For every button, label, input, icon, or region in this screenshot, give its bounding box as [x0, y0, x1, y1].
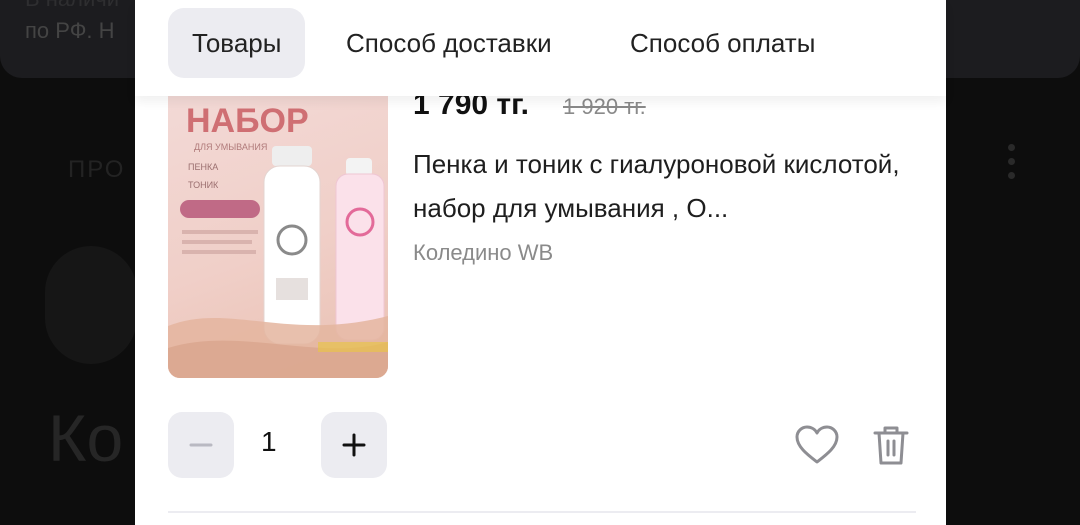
warehouse-label: Коледино WB [413, 240, 554, 265]
quantity-value: 1 [261, 426, 277, 457]
decrease-quantity-button[interactable] [168, 412, 234, 478]
background-logo [45, 246, 137, 364]
heart-icon [795, 425, 839, 464]
plus-icon [342, 433, 366, 457]
background-banner-line1: В наличи [25, 0, 119, 12]
tab-delivery-method[interactable]: Способ доставки [346, 8, 552, 78]
background-heading: Ко [48, 401, 124, 475]
delete-button[interactable] [866, 420, 916, 470]
product-image-headline: НАБОР [186, 102, 309, 140]
cart-sheet: Товары Способ доставки Способ оплаты НАБ… [135, 0, 946, 525]
product-image[interactable]: НАБОР ДЛЯ УМЫВАНИЯ ПЕНКА ТОНИК [168, 80, 388, 378]
product-image-art: НАБОР ДЛЯ УМЫВАНИЯ ПЕНКА ТОНИК [168, 102, 388, 378]
product-title[interactable]: Пенка и тоник с гиалуроновой кислотой, н… [413, 142, 913, 230]
more-dots-icon [1008, 144, 1018, 186]
background-banner-line2: по РФ. Н [25, 18, 115, 43]
increase-quantity-button[interactable] [321, 412, 387, 478]
product-image-item: ТОНИК [188, 180, 219, 190]
minus-icon [189, 443, 213, 447]
trash-icon [873, 426, 909, 465]
tab-goods[interactable]: Товары [168, 8, 306, 78]
favorite-button[interactable] [792, 420, 842, 470]
background-side-label: ПРО [68, 156, 126, 183]
product-image-item: ПЕНКА [188, 162, 218, 172]
price-old: 1 920 тг. [563, 94, 646, 119]
product-image-subline: ДЛЯ УМЫВАНИЯ [194, 142, 267, 152]
item-divider [168, 511, 916, 513]
tab-bar: Товары Способ доставки Способ оплаты [135, 0, 946, 96]
tab-payment-method[interactable]: Способ оплаты [630, 8, 815, 78]
